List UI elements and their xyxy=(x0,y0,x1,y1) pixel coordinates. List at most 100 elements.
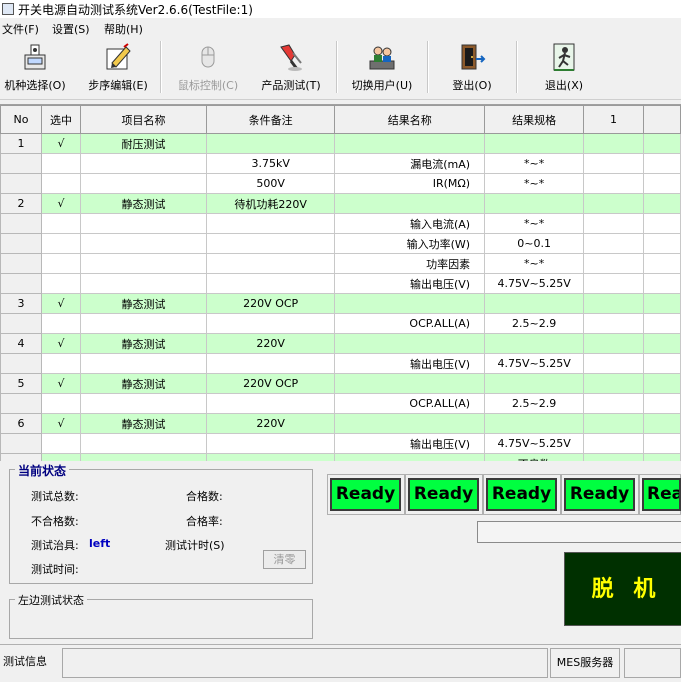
cell-item-name[interactable] xyxy=(79,213,207,234)
cell-selected[interactable] xyxy=(41,153,81,174)
cell-result-1[interactable] xyxy=(583,373,644,394)
cell-no[interactable] xyxy=(0,433,43,454)
step-edit-button[interactable]: 步序编辑(E) xyxy=(82,37,154,97)
table-row[interactable]: 4 √ 静态测试 220V xyxy=(0,333,681,354)
cell-selected[interactable]: √ xyxy=(41,333,81,354)
cell-condition[interactable] xyxy=(205,233,336,254)
cell-selected[interactable]: √ xyxy=(41,373,81,394)
cell-result-name[interactable] xyxy=(334,293,486,314)
cell-result-name[interactable] xyxy=(334,453,486,461)
cell-selected[interactable]: √ xyxy=(41,293,81,314)
machine-select-button[interactable]: 机种选择(O) xyxy=(0,37,70,97)
cell-selected[interactable]: √ xyxy=(41,413,81,434)
cell-result-spec[interactable] xyxy=(484,133,585,154)
clear-button[interactable]: 清零 xyxy=(263,550,306,569)
cell-result-1[interactable] xyxy=(583,233,644,254)
cell-no[interactable]: 1 xyxy=(0,133,43,154)
cell-result-spec[interactable]: 4.75V~5.25V xyxy=(484,353,585,374)
header-selected[interactable]: 选中 xyxy=(41,105,81,134)
cell-condition[interactable] xyxy=(205,353,336,374)
menu-file[interactable]: 文件(F) xyxy=(2,21,39,37)
cell-extra[interactable] xyxy=(642,273,681,294)
logout-button[interactable]: 登出(O) xyxy=(436,37,508,97)
cell-no[interactable] xyxy=(0,313,43,334)
cell-result-spec[interactable]: 0~0.1 xyxy=(484,233,585,254)
cell-extra[interactable] xyxy=(642,373,681,394)
cell-item-name[interactable] xyxy=(79,353,207,374)
cell-condition[interactable]: 220V OCP xyxy=(205,373,336,394)
cell-item-name[interactable]: 静态测试 xyxy=(79,373,207,394)
cell-extra[interactable] xyxy=(642,153,681,174)
cell-result-1[interactable] xyxy=(583,193,644,214)
table-row[interactable]: 输入功率(W) 0~0.1 xyxy=(0,233,681,254)
cell-selected[interactable] xyxy=(41,353,81,374)
cell-no[interactable] xyxy=(0,153,43,174)
cell-item-name[interactable]: 静态测试 xyxy=(79,413,207,434)
cell-result-spec[interactable]: 2.5~2.9 xyxy=(484,393,585,414)
cell-result-name[interactable] xyxy=(334,133,486,154)
cell-extra[interactable] xyxy=(642,353,681,374)
cell-item-name[interactable] xyxy=(79,153,207,174)
cell-item-name[interactable] xyxy=(79,173,207,194)
cell-result-name[interactable]: OCP.ALL(A) xyxy=(334,393,486,414)
cell-result-1[interactable] xyxy=(583,353,644,374)
cell-result-name[interactable]: 输出电压(V) xyxy=(334,353,486,374)
cell-result-1[interactable] xyxy=(583,153,644,174)
cell-no[interactable]: 2 xyxy=(0,193,43,214)
cell-no[interactable]: 5 xyxy=(0,373,43,394)
cell-no[interactable] xyxy=(0,393,43,414)
cell-result-name[interactable] xyxy=(334,193,486,214)
cell-condition[interactable] xyxy=(205,453,336,461)
cell-condition[interactable]: 220V xyxy=(205,333,336,354)
header-result-1[interactable]: 1 xyxy=(583,105,644,134)
cell-item-name[interactable] xyxy=(79,433,207,454)
cell-item-name[interactable]: 耐压测试 xyxy=(79,133,207,154)
cell-result-1[interactable] xyxy=(583,253,644,274)
cell-condition[interactable]: 500V xyxy=(205,173,336,194)
cell-result-1[interactable] xyxy=(583,273,644,294)
cell-result-1[interactable] xyxy=(583,413,644,434)
cell-result-name[interactable]: 漏电流(mA) xyxy=(334,153,486,174)
table-row[interactable]: 500V IR(MΩ) *~* xyxy=(0,173,681,194)
cell-selected[interactable] xyxy=(41,173,81,194)
cell-condition[interactable] xyxy=(205,133,336,154)
cell-condition[interactable] xyxy=(205,313,336,334)
cell-selected[interactable]: √ xyxy=(41,193,81,214)
cell-condition[interactable]: 待机功耗220V xyxy=(205,193,336,214)
cell-result-1[interactable] xyxy=(583,433,644,454)
cell-result-spec[interactable]: *~* xyxy=(484,173,585,194)
cell-extra[interactable] xyxy=(642,233,681,254)
cell-extra[interactable] xyxy=(642,393,681,414)
cell-condition[interactable] xyxy=(205,393,336,414)
table-row[interactable]: 6 √ 静态测试 220V xyxy=(0,413,681,434)
cell-condition[interactable]: 3.75kV xyxy=(205,153,336,174)
cell-result-name[interactable]: 输出电压(V) xyxy=(334,433,486,454)
mouse-control-button[interactable]: 鼠标控制(C) xyxy=(172,37,244,97)
cell-result-spec[interactable]: 4.75V~5.25V xyxy=(484,273,585,294)
cell-result-name[interactable]: 输出电压(V) xyxy=(334,273,486,294)
table-row[interactable]: 不良数 xyxy=(0,453,681,461)
cell-extra[interactable] xyxy=(642,133,681,154)
header-item-name[interactable]: 项目名称 xyxy=(79,105,207,134)
cell-extra[interactable] xyxy=(642,453,681,461)
table-row[interactable]: 输出电压(V) 4.75V~5.25V xyxy=(0,433,681,454)
table-row[interactable]: 1 √ 耐压测试 xyxy=(0,133,681,154)
cell-item-name[interactable]: 静态测试 xyxy=(79,293,207,314)
table-row[interactable]: 输入电流(A) *~* xyxy=(0,213,681,234)
cell-result-name[interactable]: 输入功率(W) xyxy=(334,233,486,254)
cell-item-name[interactable] xyxy=(79,273,207,294)
cell-item-name[interactable] xyxy=(79,393,207,414)
cell-result-spec[interactable] xyxy=(484,413,585,434)
table-row[interactable]: 3.75kV 漏电流(mA) *~* xyxy=(0,153,681,174)
cell-selected[interactable] xyxy=(41,233,81,254)
cell-no[interactable] xyxy=(0,273,43,294)
cell-extra[interactable] xyxy=(642,413,681,434)
menu-help[interactable]: 帮助(H) xyxy=(104,21,143,37)
cell-selected[interactable]: √ xyxy=(41,133,81,154)
cell-selected[interactable] xyxy=(41,273,81,294)
cell-result-spec[interactable]: *~* xyxy=(484,213,585,234)
cell-no[interactable]: 6 xyxy=(0,413,43,434)
cell-result-spec[interactable]: 不良数 xyxy=(484,453,585,461)
header-result-spec[interactable]: 结果规格 xyxy=(484,105,585,134)
cell-result-1[interactable] xyxy=(583,453,644,461)
